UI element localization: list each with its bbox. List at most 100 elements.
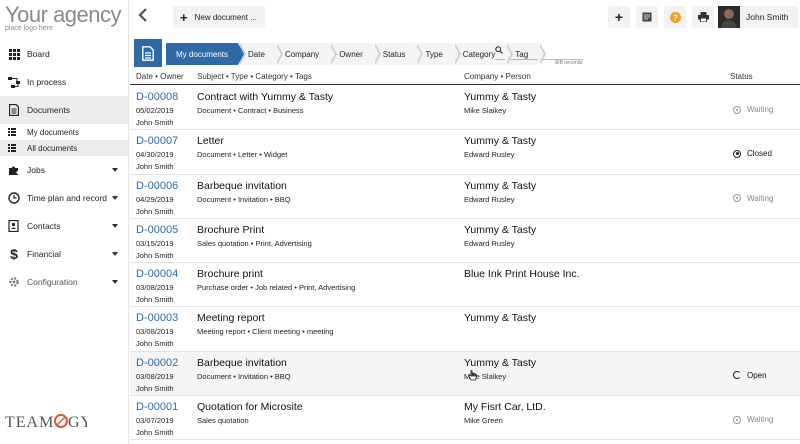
document-subject: Brochure print [197, 268, 263, 281]
chevron-down-icon [112, 168, 118, 172]
table-row[interactable]: D-00001 03/07/2019 John Smith Quotation for… [130, 396, 800, 441]
back-arrow-icon[interactable] [138, 8, 152, 24]
filter-status[interactable]: Status [374, 43, 424, 65]
sidebar-item-contacts[interactable]: Contacts [0, 212, 128, 240]
document-id-link[interactable]: D-00003 [136, 312, 178, 324]
documents-module-icon [134, 39, 162, 67]
column-header-status[interactable]: Status [730, 72, 753, 81]
sidebar-item-configuration[interactable]: Configuration [0, 268, 128, 296]
table-row[interactable]: D-00008 05/02/2019 John Smith Contract with… [130, 86, 800, 131]
table-row[interactable]: D-00006 04/29/2019 John Smith Barbeque invi… [130, 175, 800, 219]
status-badge: Waiting [733, 105, 773, 114]
user-menu[interactable]: John Smith [718, 6, 798, 28]
status-icon [733, 415, 741, 424]
sidebar-item-jobs[interactable]: Jobs [0, 156, 128, 184]
sidebar-item-documents[interactable]: Documents [0, 96, 128, 124]
status-icon [733, 105, 741, 114]
add-button[interactable]: + [608, 6, 630, 28]
document-date: 05/02/2019 [136, 106, 174, 115]
records-count: 8/8 records [555, 60, 583, 66]
document-date: 03/15/2019 [136, 238, 174, 248]
documents-table: D-00008 05/02/2019 John Smith Contract with… [130, 86, 800, 441]
contacts-icon [8, 220, 20, 232]
chevron-down-icon [112, 196, 118, 200]
table-row[interactable]: D-00007 04/30/2019 John Smith Letter Documen… [130, 130, 800, 175]
document-meta: Purchase order • Job related • Print, Ad… [197, 283, 356, 293]
document-person: Edward Rusley [464, 150, 515, 160]
filter-company[interactable]: Company [276, 43, 338, 65]
sidebar-subitem-all-documents[interactable]: All documents [0, 140, 128, 156]
column-header-subject[interactable]: Subject • Type • Category • Tags [197, 72, 312, 81]
sidebar-subitem-label: All documents [27, 143, 78, 153]
brand-logo[interactable]: Your agency place logo here [0, 0, 128, 36]
document-id-link[interactable]: D-00005 [136, 224, 178, 236]
plus-icon: + [180, 9, 188, 25]
document-subject: Contract with Yummy & Tasty [197, 91, 334, 103]
svg-text:TEAM: TEAM [5, 414, 54, 431]
document-owner: John Smith [136, 295, 174, 305]
document-company: Yummy & Tasty [464, 91, 537, 103]
document-person: Mike Green [464, 416, 503, 426]
table-row[interactable]: D-00005 03/15/2019 John Smith Brochure Prin… [130, 219, 800, 264]
table-row[interactable]: D-00003 03/08/2019 John Smith Meeting repor… [130, 307, 800, 352]
document-id-link[interactable]: D-00007 [136, 135, 178, 147]
sidebar-item-financial[interactable]: $ Financial [0, 240, 128, 268]
sidebar-subitem-my-documents[interactable]: My documents [0, 124, 128, 140]
document-owner: John Smith [136, 383, 174, 393]
chevron-down-icon [112, 252, 118, 256]
document-id-link[interactable]: D-00008 [136, 91, 178, 103]
document-id-link[interactable]: D-00002 [136, 357, 178, 369]
document-company: Yummy & Tasty [464, 223, 537, 236]
document-company: Yummy & Tasty [464, 312, 537, 325]
sidebar-item-board[interactable]: Board [0, 40, 128, 68]
column-header-date-owner[interactable]: Date • Owner [136, 72, 184, 81]
document-date: 03/08/2019 [136, 371, 174, 381]
help-icon: ? [669, 11, 681, 23]
sidebar-item-in-process[interactable]: In process [0, 68, 128, 96]
list-icon [8, 128, 16, 136]
notes-button[interactable] [636, 6, 658, 28]
sidebar: Your agency place logo here Board In pro… [0, 0, 129, 444]
document-id-link[interactable]: D-00001 [136, 401, 178, 413]
filter-my-documents[interactable]: My documents [166, 43, 247, 65]
document-person: Mike Slaikey [464, 106, 507, 115]
table-header: Date • Owner Subject • Type • Category •… [130, 70, 800, 85]
print-button[interactable] [692, 6, 714, 28]
printer-icon [697, 12, 709, 22]
topbar: + New document ... + ? John Smith [130, 0, 800, 34]
svg-text:GY: GY [68, 414, 87, 431]
note-icon [642, 12, 652, 22]
status-label: Open [747, 370, 767, 380]
document-meta: Document • Invitation • BBQ [197, 194, 291, 204]
help-button[interactable]: ? [664, 6, 686, 28]
table-row[interactable]: D-00004 03/08/2019 John Smith Brochure prin… [130, 263, 800, 308]
filter-bar: My documents Date Company Owner Status T… [130, 38, 800, 68]
clock-icon [8, 192, 20, 204]
document-owner: John Smith [136, 339, 174, 349]
gear-icon [8, 276, 20, 288]
sidebar-item-time-plan[interactable]: Time plan and record [0, 184, 128, 212]
document-id-link[interactable]: D-00006 [136, 180, 178, 192]
status-icon [733, 149, 741, 158]
filter-owner[interactable]: Owner [331, 43, 381, 65]
document-company: My Fisrt Car, LtD. [464, 401, 546, 414]
document-id-link[interactable]: D-00004 [136, 268, 178, 280]
sidebar-item-label: Time plan and record [27, 193, 108, 203]
status-badge: Waiting [733, 415, 773, 424]
new-document-button[interactable]: + New document ... [173, 6, 265, 28]
document-owner: John Smith [136, 118, 174, 127]
column-header-company[interactable]: Company • Person [464, 72, 531, 81]
document-owner: John Smith [136, 428, 174, 438]
document-meta: Document • Contract • Business [197, 106, 304, 115]
document-date: 03/08/2019 [136, 283, 174, 293]
document-date: 04/29/2019 [136, 194, 174, 204]
brand-name: Your agency [5, 2, 122, 27]
document-date: 03/07/2019 [136, 416, 174, 426]
sidebar-item-label: Configuration [27, 277, 78, 287]
flow-icon [8, 76, 20, 88]
document-person: Edward Rusley [464, 194, 515, 204]
table-row[interactable]: D-00002 03/08/2019 John Smith Barbeque invi… [130, 351, 800, 397]
chevron-down-icon [112, 280, 118, 284]
document-subject: Barbeque invitation [197, 356, 287, 369]
status-badge: Waiting [733, 194, 773, 203]
